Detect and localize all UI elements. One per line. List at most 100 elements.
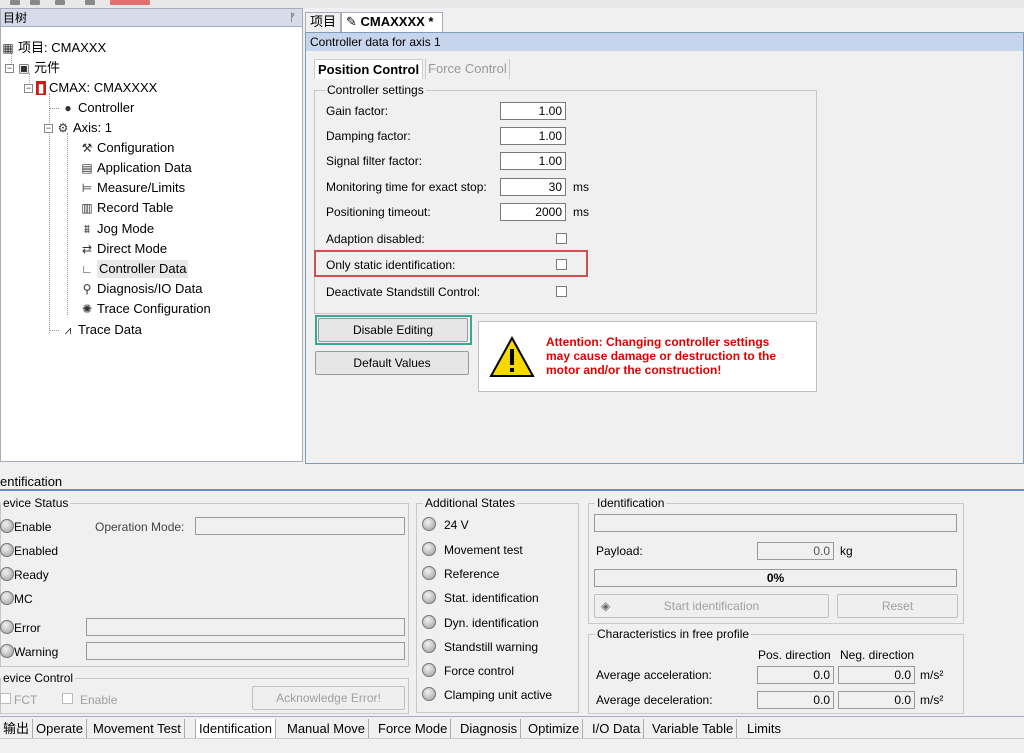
toolbar [0,0,1024,8]
enable-label: Enable [14,520,52,534]
toolbar-icon[interactable] [55,0,65,5]
state-led [422,590,436,604]
tree-item-label: Controller Data [97,260,189,278]
avg-acceleration-pos: 0.0 [757,666,834,684]
attention-text-line1: Attention: Changing controller settings [546,335,770,349]
group-legend: Identification [595,496,667,510]
pencil-icon: ✎ [346,14,357,29]
tab-operate[interactable]: Operate [33,719,87,739]
state-label-clamping-unit: Clamping unit active [444,688,553,702]
adaption-disabled-checkbox[interactable] [556,233,567,244]
positioning-timeout-input[interactable]: 2000 [500,203,566,221]
avg-acceleration-unit: m/s² [920,668,944,682]
tree-item-jog-mode[interactable]: ⩩ Jog Mode [80,220,154,238]
tab-optimize[interactable]: Optimize [525,719,584,739]
tree-item-trace-data[interactable]: ⩘ Trace Data [61,321,142,339]
tree-item-configuration[interactable]: ⚒ Configuration [80,139,175,157]
tree-item-record-table[interactable]: ▥ Record Table [80,199,173,217]
configuration-icon: ⚒ [81,141,93,155]
default-values-button[interactable]: Default Values [315,351,469,375]
identification-status-field [594,514,957,532]
acknowledge-error-button[interactable]: Acknowledge Error! [252,686,405,710]
device-icon: ▮ [36,81,46,95]
highlight-box [314,250,588,277]
tab-limits[interactable]: Limits [744,719,784,739]
toolbar-icon[interactable] [10,0,20,5]
payload-field: 0.0 [757,542,834,560]
tab-project[interactable]: 项目 [305,12,342,32]
tab-manual-move[interactable]: Manual Move [284,719,370,739]
avg-deceleration-pos: 0.0 [757,691,834,709]
title-underline [0,489,1024,491]
collapse-icon[interactable]: − [24,83,33,93]
tab-cmaxxxx[interactable]: ✎ CMAXXXX * [341,12,443,32]
tab-movement-test[interactable]: Movement Test [90,719,185,739]
tree-item-controller-data[interactable]: ∟ Controller Data [80,260,189,278]
tree-item-axis[interactable]: − ⚙ Axis: 1 [44,119,112,137]
tab-force-control[interactable]: Force Control [425,59,510,79]
ready-label: Ready [14,568,49,582]
reset-button[interactable]: Reset [837,594,958,618]
deactivate-standstill-checkbox[interactable] [556,286,567,297]
damping-factor-input[interactable]: 1.00 [500,127,566,145]
mc-label: MC [14,592,33,606]
tab-identification[interactable]: Identification [195,719,276,739]
tree-item-trace-configuration[interactable]: ✺ Trace Configuration [80,300,211,318]
tree-item-project[interactable]: ▦ 项目: CMAXXX [1,39,106,57]
tree-item-label: Trace Data [78,322,142,337]
collapse-icon[interactable]: − [5,63,14,73]
tree-item-cmax[interactable]: − ▮ CMAX: CMAXXXX [24,79,157,97]
tab-diagnosis[interactable]: Diagnosis [457,719,522,739]
toolbar-icon[interactable] [30,0,40,5]
attention-text-line3: motor and/or the construction! [546,363,722,377]
enable-checkbox[interactable] [62,693,73,704]
pos-direction-header: Pos. direction [758,648,831,662]
signal-filter-input[interactable]: 1.00 [500,152,566,170]
avg-acceleration-neg: 0.0 [838,666,915,684]
state-label-24v: 24 V [444,518,469,532]
avg-acceleration-label: Average acceleration: [596,668,712,682]
mc-led [0,591,14,605]
group-legend: evice Control [1,671,76,685]
warning-led [0,644,14,658]
state-led [422,566,436,580]
tab-io-data[interactable]: I/O Data [589,719,645,739]
status-bar [0,738,1024,753]
bottom-tabs: 输出 Operate Movement Test Identification … [0,716,1024,739]
warning-icon [489,336,535,377]
tree-item-components[interactable]: − ▣ 元件 [5,59,60,77]
monitoring-time-input[interactable]: 30 [500,178,566,196]
state-label-stat-identification: Stat. identification [444,591,539,605]
avg-deceleration-label: Average deceleration: [596,693,713,707]
controller-settings-group: Controller settings Gain factor: 1.00 Da… [314,83,817,314]
fct-checkbox[interactable] [0,693,11,704]
collapse-icon[interactable]: − [44,123,53,133]
tree-item-measure-limits[interactable]: ⊨ Measure/Limits [80,179,185,197]
start-identification-button[interactable]: ◈ Start identification [594,594,829,618]
axis-icon: ⚙ [57,121,69,135]
state-led [422,687,436,701]
tree-item-application-data[interactable]: ▤ Application Data [80,159,191,177]
tree-item-label: Trace Configuration [97,301,211,316]
panel-title: Controller data for axis 1 [306,33,1023,51]
tree-item-label: Configuration [97,140,175,155]
toolbar-icon[interactable] [85,0,95,5]
tab-variable-table[interactable]: Variable Table [649,719,738,739]
tab-position-control[interactable]: Position Control [314,59,424,79]
toolbar-icon[interactable] [110,0,150,5]
tree-item-direct-mode[interactable]: ⇄ Direct Mode [80,240,167,258]
gain-factor-input[interactable]: 1.00 [500,102,566,120]
tree-item-label: 项目: CMAXXX [18,40,107,55]
pin-icon[interactable]: ᚠ [289,9,296,27]
project-tree-title: 目树 [3,11,28,25]
state-led [422,639,436,653]
tab-force-mode[interactable]: Force Mode [375,719,452,739]
project-icon: ▦ [2,41,14,55]
attention-text-line2: may cause damage or destruction to the [546,349,777,363]
record-table-icon: ▥ [81,201,93,215]
tree-item-diagnosis-io[interactable]: ⚲ Diagnosis/IO Data [80,280,203,298]
tree-item-controller[interactable]: ● Controller [61,99,134,117]
project-tree-header: 目树 ᚠ [1,9,302,27]
state-led [422,517,436,531]
tab-output[interactable]: 输出 [0,719,34,739]
